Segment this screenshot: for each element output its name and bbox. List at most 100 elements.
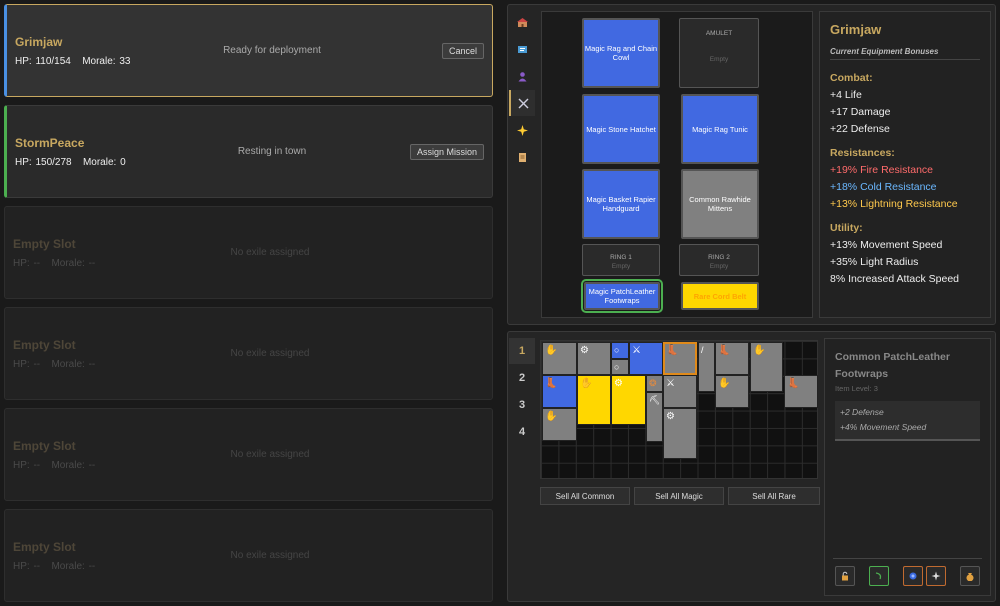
ring-item[interactable]: ○ (611, 342, 629, 359)
exile-stats: HP: -- Morale: -- (13, 359, 95, 370)
ring-1-slot[interactable]: RING 1 Empty (582, 244, 660, 276)
item-name: Common PatchLeather Footwraps (835, 351, 950, 380)
boots-item[interactable]: 👢 (784, 375, 818, 408)
crossed-swords-icon[interactable] (509, 90, 535, 116)
lock-icon[interactable] (835, 566, 855, 586)
exile-name: Empty Slot (13, 338, 76, 352)
inventory-tab-3[interactable]: 3 (509, 392, 535, 418)
combat-line: +22 Defense (830, 123, 890, 135)
exile-slot-2[interactable]: StormPeace HP: 150/278 Morale: 0 Resting… (4, 105, 493, 198)
gloves-item[interactable]: ✋ (715, 375, 749, 408)
blue-orb-icon[interactable] (903, 566, 923, 586)
weapon-item-name: Magic Stone Hatchet (586, 124, 656, 134)
item-level: Item Level: 3 (835, 384, 878, 393)
combat-line: +4 Life (830, 89, 862, 101)
amulet-label: AMULET (705, 30, 733, 37)
inventory-tab-4[interactable]: 4 (509, 419, 535, 445)
character-icon[interactable] (509, 63, 535, 89)
hp-text: HP: -- (13, 258, 41, 269)
amulet-empty: Empty (709, 56, 729, 63)
inventory-tab-2[interactable]: 2 (509, 365, 535, 391)
exile-slot-4[interactable]: Empty Slot HP: -- Morale: -- No exile as… (4, 307, 493, 400)
pickaxe-item[interactable]: ⛏ (646, 392, 663, 442)
gloves-item[interactable]: ✋ (542, 342, 577, 375)
body-item-name: Magic Rag Tunic (692, 124, 748, 134)
gloves-slot[interactable]: Magic Basket Rapier Handguard (582, 169, 660, 239)
exile-stats: HP: 150/278 Morale: 0 (15, 157, 126, 168)
boot-icon: 👢 (545, 378, 558, 389)
town-icon[interactable] (509, 9, 535, 35)
purple-glove-icon: ✋ (718, 378, 731, 389)
sparkle-orb-icon[interactable] (926, 566, 946, 586)
exile-slot-5[interactable]: Empty Slot HP: -- Morale: -- No exile as… (4, 408, 493, 501)
gear-icon: ⚙ (666, 411, 675, 422)
body-armour-slot[interactable]: Magic Rag Tunic (681, 94, 759, 164)
exile-stats: HP: -- Morale: -- (13, 561, 95, 572)
sell-all-rare-button[interactable]: Sell All Rare (728, 487, 820, 505)
inventory-grid[interactable]: ✋ ⚙ ○ ○ ⚔ 👢 / 👢 ✋ 👢 ✋ ⚙ ❂ ⛏ ⚔ ✋ 👢 ✋ ⚙ (540, 340, 818, 479)
hp-text: HP: 150/278 (15, 157, 72, 168)
gloves-item[interactable]: ✋ (577, 375, 611, 425)
resistances-title: Resistances: (830, 147, 895, 159)
scroll-icon[interactable] (509, 144, 535, 170)
green-hook-icon[interactable] (869, 566, 889, 586)
dagger-item[interactable]: / (698, 342, 715, 392)
inventory-tab-1[interactable]: 1 (509, 338, 535, 364)
map-icon[interactable] (509, 36, 535, 62)
weapon-item[interactable]: ⚔ (663, 375, 697, 408)
gloves-item[interactable]: ✋ (542, 408, 577, 441)
game-root: Grimjaw HP: 110/154 Morale: 33 Ready for… (0, 0, 1000, 606)
hp-text: HP: -- (13, 359, 41, 370)
ring-item[interactable]: ⚙ (577, 342, 611, 375)
helmet-slot[interactable]: Magic Rag and Chain Cowl (582, 18, 660, 88)
exile-name: Empty Slot (13, 439, 76, 453)
ring-2-empty: Empty (709, 263, 729, 270)
weapon-item[interactable]: ⚔ (629, 342, 663, 375)
ring-2-label: RING 2 (708, 254, 730, 261)
boots-item-selected[interactable]: 👢 (663, 342, 697, 375)
exile-status: No exile assigned (230, 247, 310, 258)
gloves-item[interactable]: ✋ (750, 342, 783, 392)
exile-status: Ready for deployment (223, 45, 321, 56)
gear-icon: ⚙ (580, 345, 589, 356)
boot-icon: 👢 (718, 345, 731, 356)
item-mod: +2 Defense (840, 407, 884, 417)
exile-slot-3[interactable]: Empty Slot HP: -- Morale: -- No exile as… (4, 206, 493, 299)
ring-1-empty: Empty (611, 263, 631, 270)
morale-text: Morale: -- (51, 561, 96, 572)
exile-slot-6[interactable]: Empty Slot HP: -- Morale: -- No exile as… (4, 509, 493, 602)
amulet-slot[interactable]: AMULET Empty (679, 18, 759, 88)
sell-all-common-button[interactable]: Sell All Common (540, 487, 630, 505)
morale-text: Morale: 0 (82, 157, 126, 168)
utility-line: +35% Light Radius (830, 256, 919, 268)
boots-item[interactable]: 👢 (715, 342, 749, 375)
ring-item[interactable]: ⚙ (663, 408, 697, 459)
cancel-button[interactable]: Cancel (441, 43, 484, 59)
boots-slot[interactable]: Magic PatchLeather Footwraps (581, 279, 663, 313)
exile-slot-1[interactable]: Grimjaw HP: 110/154 Morale: 33 Ready for… (4, 4, 493, 97)
amulet-item[interactable]: ❂ (646, 375, 663, 392)
offhand-slot[interactable]: Common Rawhide Mittens (681, 169, 759, 239)
boots-item[interactable]: 👢 (542, 375, 577, 408)
assign-mission-button[interactable]: Assign Mission (409, 144, 484, 160)
utility-line: 8% Increased Attack Speed (830, 273, 959, 285)
cold-resistance: +18% Cold Resistance (830, 181, 937, 193)
sparkle-icon[interactable] (509, 117, 535, 143)
gear-icon: ⚙ (614, 378, 623, 389)
bonus-character-name: Grimjaw (830, 22, 882, 37)
belt-slot[interactable]: Rare Cord Belt (681, 282, 759, 310)
combat-title: Combat: (830, 72, 873, 84)
exile-name: StormPeace (15, 136, 85, 150)
item-mods: +2 Defense +4% Movement Speed (835, 401, 980, 441)
purple-glove-icon: ✋ (545, 345, 558, 356)
weapon-slot[interactable]: Magic Stone Hatchet (582, 94, 660, 164)
ring-2-slot[interactable]: RING 2 Empty (679, 244, 759, 276)
ring-item[interactable]: ○ (611, 359, 629, 375)
boot-icon: 👢 (666, 345, 679, 356)
ring-item[interactable]: ⚙ (611, 375, 646, 425)
utility-title: Utility: (830, 222, 863, 234)
morale-text: Morale: -- (51, 460, 96, 471)
morale-text: Morale: -- (51, 359, 96, 370)
sell-all-magic-button[interactable]: Sell All Magic (634, 487, 724, 505)
coin-bag-icon[interactable] (960, 566, 980, 586)
